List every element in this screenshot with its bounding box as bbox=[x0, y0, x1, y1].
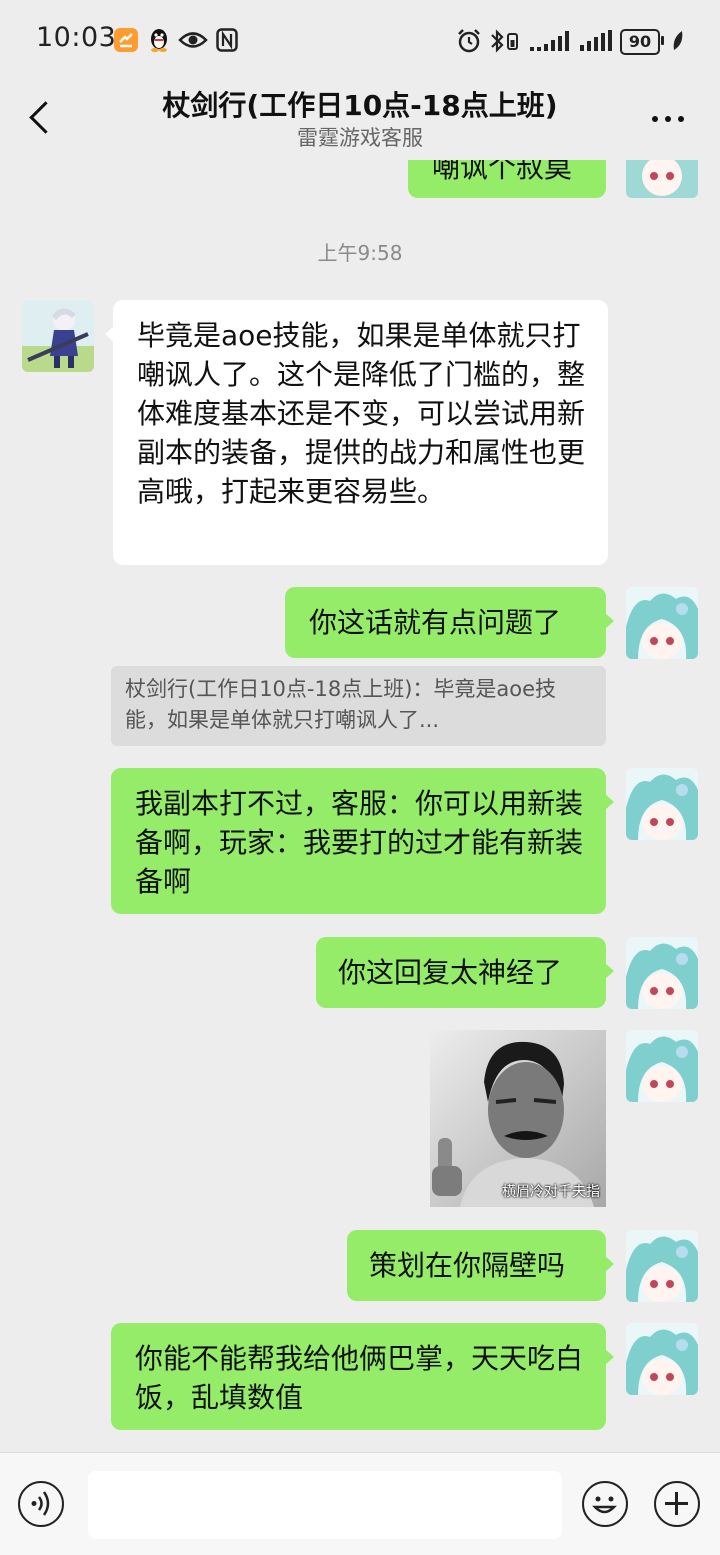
avatar-self[interactable] bbox=[626, 1323, 698, 1395]
quoted-message[interactable]: 杖剑行(工作日10点-18点上班)：毕竟是aoe技能，如果是单体就只打嘲讽人了.… bbox=[111, 666, 606, 746]
message-text: 嘲讽个叔莫 bbox=[432, 160, 573, 184]
quoted-text: 杖剑行(工作日10点-18点上班)：毕竟是aoe技能，如果是单体就只打嘲讽人了.… bbox=[125, 677, 557, 732]
voice-input-button[interactable] bbox=[18, 1481, 64, 1527]
smiley-icon bbox=[592, 1496, 617, 1514]
avatar-self[interactable] bbox=[626, 768, 698, 840]
message-text: 我副本打不过，客服：你可以用新装备啊，玩家：我要打的过才能有新装备啊 bbox=[135, 787, 584, 898]
message-bubble-sent[interactable]: 我副本打不过，客服：你可以用新装备啊，玩家：我要打的过才能有新装备啊 bbox=[111, 768, 614, 914]
emoji-button[interactable] bbox=[582, 1481, 628, 1527]
message-timestamp: 上午9:58 bbox=[317, 241, 403, 265]
avatar-self[interactable] bbox=[626, 937, 698, 1009]
more-functions-button[interactable] bbox=[654, 1481, 700, 1527]
message-bubble-sent[interactable]: 嘲讽个叔莫 bbox=[408, 160, 606, 198]
message-bubble-sent[interactable]: 你能不能帮我给他俩巴掌，天天吃白饭，乱填数值 bbox=[111, 1323, 614, 1430]
bluetooth-icon bbox=[491, 29, 518, 53]
battery-icon: 90 bbox=[620, 29, 660, 55]
avatar-self[interactable] bbox=[626, 1230, 698, 1302]
chat-area[interactable]: 嘲讽个叔莫 上午9:58 毕竟是aoe技能，如果是单体就只打嘲讽人了。这个是降低… bbox=[0, 160, 720, 1452]
image-caption: 横眉冷对千夫指 bbox=[502, 1184, 600, 1200]
eye-icon bbox=[178, 32, 208, 48]
leaf-icon bbox=[673, 31, 683, 50]
message-bubble-sent[interactable]: 你这回复太神经了 bbox=[316, 937, 614, 1008]
status-time: 10:03 bbox=[36, 22, 117, 53]
user-avatar-icon bbox=[626, 937, 698, 1009]
user-avatar-icon bbox=[626, 768, 698, 840]
chat-title: 杖剑行(工作日10点-18点上班) bbox=[162, 89, 558, 122]
signal-icon bbox=[580, 30, 612, 51]
avatar-self[interactable] bbox=[626, 160, 698, 198]
user-avatar-icon bbox=[626, 1030, 698, 1102]
user-avatar-icon bbox=[626, 1323, 698, 1395]
input-bar bbox=[0, 1452, 720, 1555]
avatar-self[interactable] bbox=[626, 587, 698, 659]
user-avatar-icon bbox=[626, 160, 698, 198]
nfc-icon bbox=[216, 28, 238, 52]
user-avatar-icon bbox=[626, 1230, 698, 1302]
user-avatar-icon bbox=[626, 587, 698, 659]
message-text: 你这回复太神经了 bbox=[338, 956, 563, 989]
alarm-icon bbox=[458, 29, 480, 53]
voice-icon bbox=[31, 1491, 50, 1516]
message-bubble-sent[interactable]: 你这话就有点问题了 bbox=[285, 587, 614, 658]
more-options-button[interactable] bbox=[648, 114, 688, 126]
app-badge-icon bbox=[114, 28, 138, 52]
status-bar: 10:03 90 bbox=[0, 0, 720, 80]
agent-avatar-icon bbox=[22, 300, 94, 372]
chat-header: 杖剑行(工作日10点-18点上班) 雷霆游戏客服 bbox=[0, 80, 720, 162]
avatar-agent[interactable] bbox=[22, 300, 94, 372]
chat-subtitle: 雷霆游戏客服 bbox=[297, 126, 423, 150]
sticker-image[interactable]: 横眉冷对千夫指 bbox=[430, 1030, 606, 1207]
signal-icon bbox=[530, 31, 569, 51]
avatar-self[interactable] bbox=[626, 1030, 698, 1102]
message-text: 你这话就有点问题了 bbox=[309, 606, 562, 639]
battery-cap bbox=[661, 36, 664, 45]
message-bubble-sent[interactable]: 策划在你隔壁吗 bbox=[347, 1230, 614, 1301]
message-text: 毕竟是aoe技能，如果是单体就只打嘲讽人了。这个是降低了门槛的，整体难度基本还是… bbox=[137, 319, 586, 508]
message-text: 策划在你隔壁吗 bbox=[369, 1249, 566, 1282]
message-bubble-received[interactable]: 毕竟是aoe技能，如果是单体就只打嘲讽人了。这个是降低了门槛的，整体难度基本还是… bbox=[105, 300, 608, 565]
message-input[interactable] bbox=[88, 1471, 562, 1539]
message-text: 你能不能帮我给他俩巴掌，天天吃白饭，乱填数值 bbox=[135, 1342, 584, 1414]
qq-penguin-icon bbox=[151, 29, 167, 52]
